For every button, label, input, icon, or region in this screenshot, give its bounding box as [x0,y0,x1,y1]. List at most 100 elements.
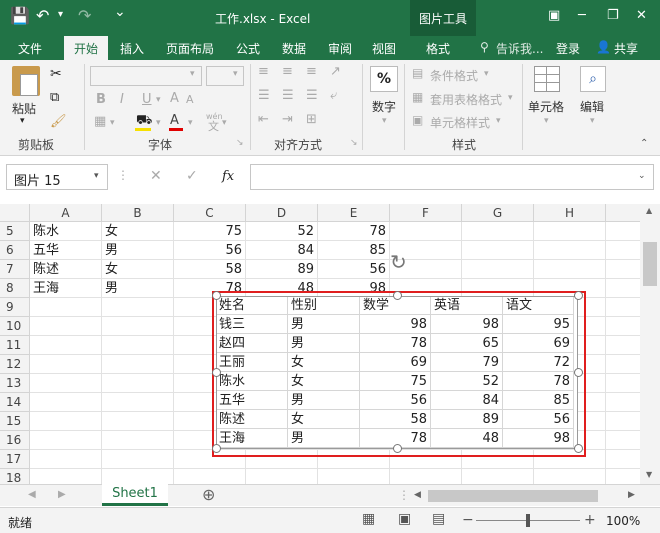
cell[interactable] [30,374,102,393]
prev-sheet-icon[interactable]: ◀ [28,489,36,500]
cell[interactable] [174,469,246,484]
resize-handle[interactable] [393,291,402,300]
cancel-entry-icon[interactable]: ✕ [150,168,162,184]
scroll-right-icon[interactable]: ▶ [628,490,635,500]
font-name-dropdown-icon[interactable]: ▾ [190,69,195,79]
tab-data[interactable]: 数据 [282,40,306,57]
vertical-scrollbar[interactable]: ▲ ▼ [640,204,660,484]
editing-button[interactable]: 编辑 [580,98,604,115]
tab-format[interactable]: 格式 [426,40,450,57]
vertical-scroll-thumb[interactable] [643,242,657,286]
fill-color-dropdown-icon[interactable]: ▾ [156,118,161,128]
cell[interactable]: 84 [246,241,318,260]
phonetic-dropdown-icon[interactable]: ▾ [222,118,227,128]
tab-page-layout[interactable]: 页面布局 [166,40,214,57]
table-format-icon[interactable]: ▦ [412,90,423,104]
cell[interactable] [30,298,102,317]
cell[interactable] [102,298,174,317]
font-color-icon[interactable]: A [170,113,179,128]
tab-home[interactable]: 开始 [64,36,109,60]
scroll-left-icon[interactable]: ◀ [414,490,421,500]
cell[interactable] [390,469,462,484]
cell[interactable] [606,355,640,374]
decrease-indent-icon[interactable]: ⇤ [258,112,269,127]
conditional-format-dropdown-icon[interactable]: ▾ [484,69,489,79]
cell[interactable]: 陈述 [30,260,102,279]
merge-center-icon[interactable]: ⊞ [306,112,317,127]
wrap-text-icon[interactable]: ⤶ [330,88,337,103]
row-header[interactable]: 16 [0,431,30,450]
cell[interactable] [462,222,534,241]
editing-icon[interactable]: ⌕ [580,66,606,92]
resize-handle[interactable] [212,444,221,453]
sheet-tab-sheet1[interactable]: Sheet1 [102,484,168,506]
tell-me-box[interactable]: 告诉我... [496,40,543,57]
number-format-icon[interactable]: % [370,66,398,92]
cell[interactable] [606,317,640,336]
cell[interactable] [102,336,174,355]
font-dialog-launcher-icon[interactable]: ↘ [236,138,244,148]
formula-bar-drag-handle[interactable]: ⋮ [117,168,129,182]
table-format-dropdown-icon[interactable]: ▾ [508,93,513,103]
row-header[interactable]: 13 [0,374,30,393]
cell[interactable] [30,431,102,450]
rotate-handle-icon[interactable]: ↻ [390,250,407,274]
paste-dropdown-icon[interactable]: ▾ [20,116,25,126]
table-format-button[interactable]: 套用表格格式 [430,91,502,108]
new-sheet-button[interactable]: ⊕ [202,485,215,504]
cell[interactable] [462,260,534,279]
customize-quick-access-icon[interactable]: ⌄ [114,4,126,20]
cell[interactable]: 85 [318,241,390,260]
cell[interactable] [246,469,318,484]
column-header[interactable] [606,204,640,222]
cells-dropdown-icon[interactable]: ▾ [544,116,549,126]
cell[interactable] [102,393,174,412]
scroll-down-icon[interactable]: ▼ [646,470,652,479]
insert-function-button[interactable]: fx [222,169,234,184]
cell[interactable] [102,412,174,431]
cell[interactable] [102,355,174,374]
cell[interactable] [30,450,102,469]
cells-button[interactable]: 单元格 [528,98,564,115]
column-header[interactable]: B [102,204,174,222]
row-header[interactable]: 18 [0,469,30,484]
page-layout-view-icon[interactable]: ▣ [398,511,411,527]
cell[interactable]: 陈水 [30,222,102,241]
column-header[interactable]: G [462,204,534,222]
scroll-up-icon[interactable]: ▲ [646,206,652,215]
hscroll-split-handle[interactable]: ⋮ [398,488,410,502]
cell[interactable] [606,412,640,431]
cell[interactable] [30,317,102,336]
tab-view[interactable]: 视图 [372,40,396,57]
row-header[interactable]: 9 [0,298,30,317]
cell[interactable]: 78 [318,222,390,241]
font-size-box[interactable] [206,66,244,86]
cell[interactable]: 女 [102,260,174,279]
orientation-icon[interactable]: ↗ [330,64,341,79]
confirm-entry-icon[interactable]: ✓ [186,168,198,184]
cell[interactable] [606,450,640,469]
column-header[interactable]: F [390,204,462,222]
cell[interactable] [30,412,102,431]
bold-button[interactable]: B [96,92,106,107]
save-icon[interactable]: 💾 [10,6,30,25]
zoom-in-button[interactable]: + [584,512,596,528]
cell[interactable] [606,279,640,298]
cell[interactable]: 五华 [30,241,102,260]
cell[interactable]: 56 [174,241,246,260]
row-header[interactable]: 12 [0,355,30,374]
row-header[interactable]: 14 [0,393,30,412]
increase-font-size-button[interactable]: A [170,91,179,106]
undo-dropdown-icon[interactable]: ▾ [58,9,63,20]
next-sheet-icon[interactable]: ▶ [58,489,66,500]
column-header[interactable]: E [318,204,390,222]
borders-icon[interactable]: ▦ [94,114,106,129]
resize-handle[interactable] [212,291,221,300]
column-header[interactable]: H [534,204,606,222]
cell[interactable]: 男 [102,241,174,260]
cell[interactable] [102,431,174,450]
editing-dropdown-icon[interactable]: ▾ [590,116,595,126]
row-header[interactable]: 17 [0,450,30,469]
conditional-format-icon[interactable]: ▤ [412,66,423,80]
cell[interactable] [318,469,390,484]
